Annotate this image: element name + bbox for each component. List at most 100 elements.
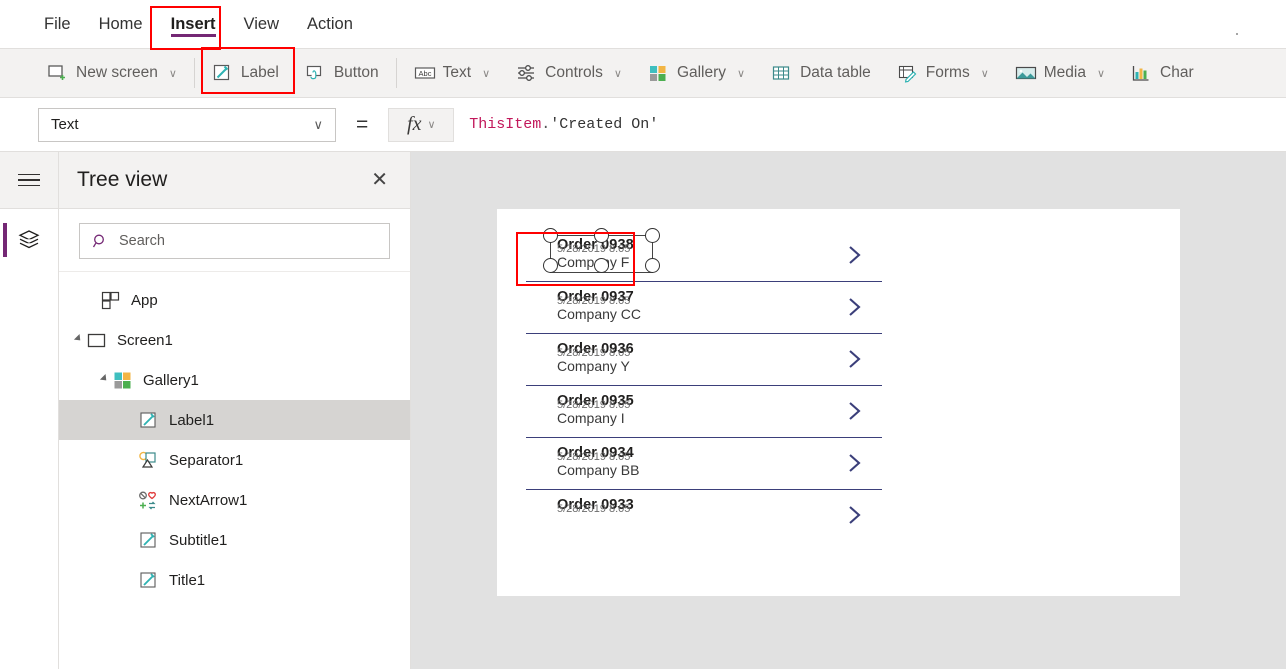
chevron-down-icon[interactable]: ∨ (981, 67, 989, 80)
ribbon-data-table-button[interactable]: Data table (758, 49, 884, 97)
resize-handle-top-left[interactable] (543, 228, 558, 243)
twisty-expanded-icon[interactable] (71, 333, 85, 344)
ribbon-forms-button[interactable]: Forms ∨ (884, 49, 1002, 97)
ribbon-item-label: Gallery (676, 64, 727, 81)
fx-button[interactable]: fx ∨ (388, 107, 455, 142)
menu-tab-label: View (243, 14, 280, 33)
ribbon-charts-button[interactable]: Char (1118, 49, 1207, 97)
gallery-row[interactable]: Order 0935 5/28/2019 8:05 Company I (526, 386, 882, 438)
gallery-created-on-label[interactable]: 5/28/2019 8:05 (557, 503, 630, 515)
ribbon-controls-button[interactable]: Controls ∨ (503, 49, 635, 97)
gallery-row[interactable]: Order 0936 5/28/2019 8:05 Company Y (526, 334, 882, 386)
ribbon-item-label: Controls (545, 64, 603, 81)
menu-tab-label: File (44, 14, 71, 33)
tree-item-label: NextArrow1 (169, 491, 248, 509)
chevron-down-icon: ∨ (427, 119, 436, 131)
forms-icon (897, 63, 917, 83)
tree-item-screen1[interactable]: Screen1 (59, 320, 410, 360)
property-dropdown[interactable]: Text ∨ (38, 107, 336, 142)
menu-tab-label: Home (98, 14, 143, 33)
gallery-row[interactable]: Order 0937 5/28/2019 8:05 Company CC (526, 282, 882, 334)
tree-item-nextarrow1[interactable]: NextArrow1 (59, 480, 410, 520)
next-arrow-icon[interactable] (846, 244, 864, 266)
search-placeholder: Search (119, 233, 165, 249)
resize-handle-bottom-left[interactable] (543, 258, 558, 273)
gallery-row[interactable]: Order 0933 5/28/2019 8:05 (526, 490, 882, 526)
tree-item-label1[interactable]: Label1 (59, 400, 410, 440)
ribbon-item-label: Label (240, 64, 279, 81)
hamburger-icon (18, 170, 40, 191)
next-arrow-icon[interactable] (846, 348, 864, 370)
tree-item-title1[interactable]: Title1 (59, 560, 410, 600)
gallery-row[interactable]: Order 0938 5/28/2019 8:05 Company F (526, 228, 882, 282)
gallery-subtitle: Company BB (557, 462, 640, 478)
menu-tab-view[interactable]: View (230, 0, 293, 48)
gallery-subtitle: Company CC (557, 306, 642, 322)
chevron-down-icon[interactable]: ∨ (169, 67, 177, 80)
gallery-squares-icon (648, 63, 668, 83)
twisty-expanded-icon[interactable] (97, 373, 111, 384)
resize-handle-bottom-center[interactable] (594, 258, 609, 273)
ribbon-label-button[interactable]: Label (199, 49, 292, 97)
menu-tab-home[interactable]: Home (85, 0, 157, 48)
ribbon-text-button[interactable]: Abc Text ∨ (401, 49, 504, 97)
ribbon-divider (193, 58, 195, 88)
tree-item-subtitle1[interactable]: Subtitle1 (59, 520, 410, 560)
ribbon-item-label: Forms (925, 64, 970, 81)
resize-handle-top-right[interactable] (645, 228, 660, 243)
label-pencil-icon (137, 571, 159, 590)
chevron-down-icon[interactable]: ∨ (482, 67, 490, 80)
chevron-down-icon[interactable]: ∨ (1097, 67, 1105, 80)
menu-tab-insert[interactable]: Insert (157, 0, 230, 48)
screen1-surface[interactable]: Order 0938 5/28/2019 8:05 Company F Orde… (497, 209, 1180, 596)
search-container: Search (59, 209, 410, 272)
button-icon (305, 63, 325, 83)
ribbon-item-label: Data table (800, 64, 871, 81)
search-icon (92, 233, 109, 250)
tree-item-label: Separator1 (169, 451, 244, 469)
ribbon-item-label: Text (442, 64, 472, 81)
rail-tree-view-button[interactable] (0, 209, 58, 271)
close-icon[interactable]: ✕ (371, 170, 388, 190)
data-table-icon (771, 63, 791, 83)
insert-ribbon: New screen ∨ Label Button Abc Text ∨ Con… (0, 48, 1286, 98)
media-image-icon (1015, 63, 1036, 83)
tree-item-separator1[interactable]: Separator1 (59, 440, 410, 480)
ribbon-gallery-button[interactable]: Gallery ∨ (635, 49, 758, 97)
next-arrow-icon[interactable] (846, 504, 864, 526)
gallery1[interactable]: Order 0938 5/28/2019 8:05 Company F Orde… (526, 228, 882, 526)
corner-dot (1236, 33, 1238, 35)
menu-tab-label: Insert (170, 14, 216, 33)
menu-tab-action[interactable]: Action (293, 0, 367, 48)
search-input[interactable]: Search (79, 223, 390, 259)
chevron-down-icon[interactable]: ∨ (614, 67, 622, 80)
chevron-down-icon[interactable]: ∨ (737, 67, 745, 80)
menu-tab-file[interactable]: File (30, 0, 85, 48)
new-screen-icon (47, 63, 67, 83)
resize-handle-bottom-right[interactable] (645, 258, 660, 273)
ribbon-media-button[interactable]: Media ∨ (1002, 49, 1118, 97)
tree-view-header: Tree view ✕ (59, 152, 410, 209)
power-apps-studio: File Home Insert View Action New screen (0, 0, 1286, 669)
gallery-row[interactable]: Order 0934 5/28/2019 8:05 Company BB (526, 438, 882, 490)
hamburger-menu-button[interactable] (0, 152, 58, 209)
tree-item-label: Subtitle1 (169, 531, 228, 549)
tree-view-panel: Tree view ✕ Search App Screen1 Gallery1 … (59, 152, 411, 669)
separator-shapes-icon (137, 451, 159, 470)
tree-item-gallery1[interactable]: Gallery1 (59, 360, 410, 400)
next-arrow-icon[interactable] (846, 400, 864, 422)
ribbon-button-button[interactable]: Button (292, 49, 392, 97)
next-arrow-icon[interactable] (846, 296, 864, 318)
formula-token-field: 'Created On' (550, 116, 659, 133)
resize-handle-top-center[interactable] (594, 228, 609, 243)
charts-icon (1131, 63, 1151, 83)
ribbon-item-label: Button (333, 64, 379, 81)
next-arrow-icon[interactable] (846, 452, 864, 474)
ribbon-item-label: Char (1160, 64, 1194, 81)
tree-item-app[interactable]: App (59, 280, 410, 320)
ribbon-new-screen-button[interactable]: New screen ∨ (34, 49, 190, 97)
chevron-down-icon: ∨ (313, 116, 323, 132)
formula-input[interactable]: ThisItem. 'Created On' (454, 107, 1286, 142)
menu-tab-label: Action (307, 14, 353, 33)
formula-token-object: ThisItem (469, 116, 542, 133)
